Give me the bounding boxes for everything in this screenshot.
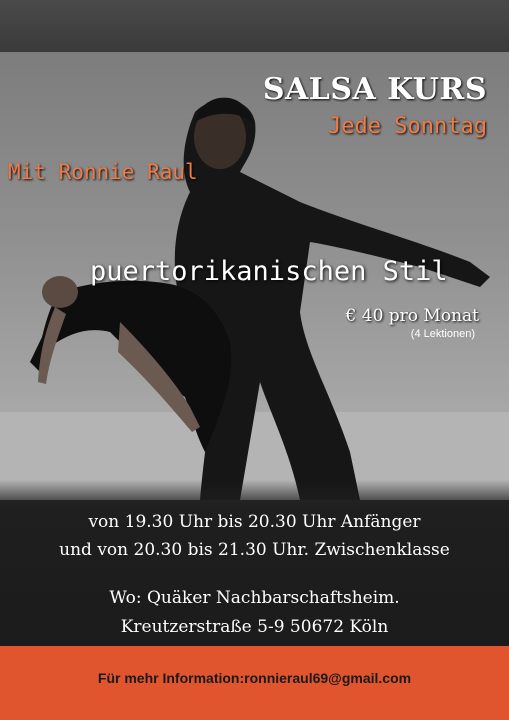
price: € 40 pro Monat	[345, 306, 479, 326]
salsa-poster: SALSA KURS Jede Sonntag Mit Ronnie Raul …	[0, 0, 509, 720]
dance-style: puertorikanischen Stil	[90, 256, 448, 287]
lesson-count: (4 Lektionen)	[410, 328, 475, 340]
schedule-intermediate: und von 20.30 bis 21.30 Uhr. Zwischenkla…	[59, 540, 450, 560]
top-band	[0, 0, 509, 52]
poster-subtitle: Jede Sonntag	[328, 114, 487, 139]
poster-title: SALSA KURS	[262, 72, 487, 107]
schedule-beginner: von 19.30 Uhr bis 20.30 Uhr Anfänger	[88, 512, 421, 532]
location-address: Kreutzerstraße 5-9 50672 Köln	[120, 617, 389, 637]
contact-info: Für mehr Information:ronnieraul69@gmail.…	[97, 670, 412, 686]
teacher-name: Mit Ronnie Raul	[8, 160, 198, 184]
location-name: Wo: Quäker Nachbarschaftsheim.	[109, 588, 400, 608]
